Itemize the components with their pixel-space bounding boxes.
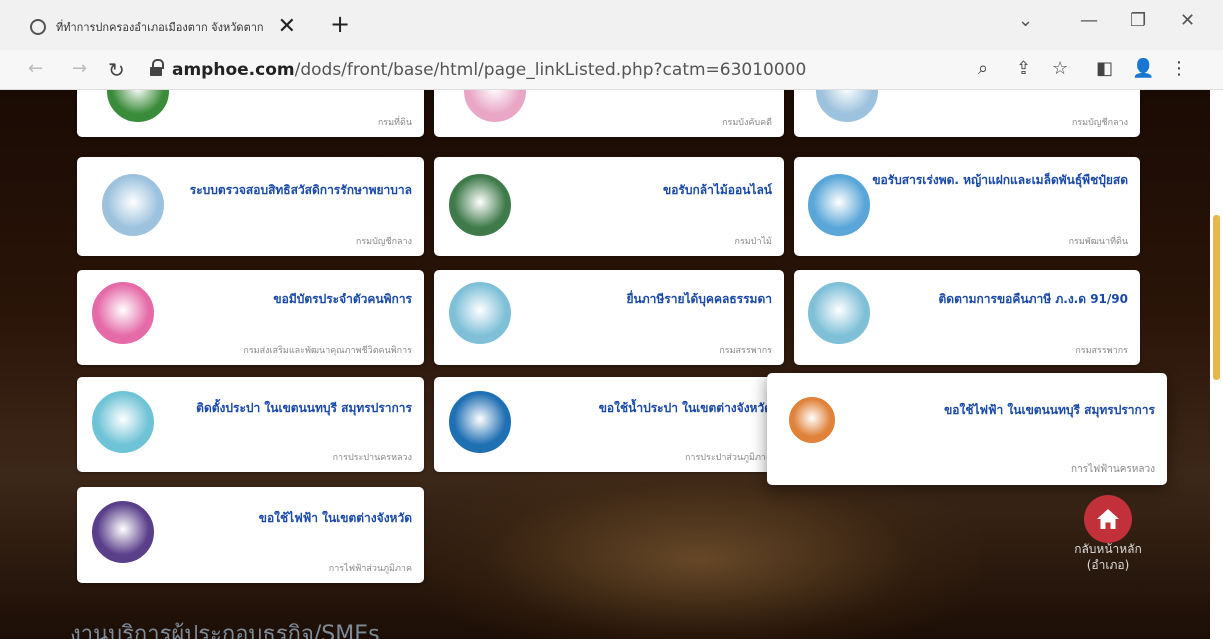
service-department: กรมพัฒนาที่ดิน: [1068, 237, 1128, 247]
home-button[interactable]: [1084, 495, 1132, 543]
forward-button[interactable]: →: [72, 60, 87, 78]
close-window-button[interactable]: ✕: [1180, 12, 1195, 30]
tab-close-button[interactable]: ✕: [278, 16, 296, 38]
service-card[interactable]: ติดตั้งประปา ในเขตนนทบุรี สมุทรปราการ กา…: [77, 377, 424, 472]
department-logo-icon: [449, 282, 511, 344]
share-icon[interactable]: ⇪: [1016, 60, 1031, 78]
department-logo-icon: [789, 397, 835, 443]
bookmark-star-icon[interactable]: ☆: [1052, 60, 1068, 78]
department-logo-icon: [102, 174, 164, 236]
service-card[interactable]: กรมบัญชีกลาง: [794, 90, 1140, 137]
service-name: ขอรับสารเร่งพด. หญ้าแฝกและเมล็ดพันธุ์พืช…: [872, 173, 1128, 187]
service-card-hovered[interactable]: ขอใช้ไฟฟ้า ในเขตนนทบุรี สมุทรปราการ การไ…: [767, 373, 1167, 485]
home-label-line1: กลับหน้าหลัก: [1074, 542, 1142, 556]
department-logo-icon: [107, 90, 169, 122]
scrollbar-thumb[interactable]: [1213, 215, 1220, 380]
minimize-button[interactable]: —: [1080, 12, 1098, 30]
service-name: ขอใช้ไฟฟ้า ในเขตต่างจังหวัด: [258, 511, 412, 525]
service-card[interactable]: ยื่นภาษีรายได้บุคคลธรรมดา กรมสรรพากร: [434, 270, 784, 365]
service-department: กรมสรรพากร: [1075, 346, 1128, 356]
service-department: กรมบัญชีกลาง: [355, 237, 412, 247]
service-department: กรมบังคับคดี: [722, 118, 772, 128]
service-card[interactable]: ติดตามการขอคืนภาษี ภ.ง.ด 91/90 กรมสรรพาก…: [794, 270, 1140, 365]
service-card[interactable]: ขอรับสารเร่งพด. หญ้าแฝกและเมล็ดพันธุ์พืช…: [794, 157, 1140, 256]
reload-button[interactable]: ↻: [108, 60, 125, 80]
service-name: ยื่นภาษีรายได้บุคคลธรรมดา: [626, 292, 772, 306]
lock-icon: [150, 59, 164, 77]
service-card[interactable]: ขอใช้น้ำประปา ในเขตต่างจังหวัด การประปาส…: [434, 377, 784, 472]
section-heading: งานบริการผู้ประกอบธุรกิจ/SMEs: [70, 622, 380, 639]
service-name: ขอใช้ไฟฟ้า ในเขตนนทบุรี สมุทรปราการ: [944, 403, 1155, 417]
globe-icon: [30, 19, 46, 35]
service-name: ติดตั้งประปา ในเขตนนทบุรี สมุทรปราการ: [196, 401, 412, 415]
home-label[interactable]: กลับหน้าหลัก (อำเภอ): [1048, 542, 1168, 573]
service-name: ติดตามการขอคืนภาษี ภ.ง.ด 91/90: [938, 292, 1129, 306]
new-tab-button[interactable]: +: [330, 12, 350, 36]
service-name: ขอมีบัตรประจำตัวคนพิการ: [273, 292, 412, 306]
page-scrollbar[interactable]: [1210, 90, 1223, 639]
service-card[interactable]: ขอรับกล้าไม้ออนไลน์ กรมป่าไม้: [434, 157, 784, 256]
service-department: การไฟฟ้านครหลวง: [1071, 464, 1155, 475]
service-department: การประปานครหลวง: [332, 453, 412, 463]
service-name: ขอใช้น้ำประปา ในเขตต่างจังหวัด: [598, 401, 772, 415]
service-card[interactable]: กรมที่ดิน: [77, 90, 424, 137]
browser-tab-bar: ที่ทำการปกครองอำเภอเมืองตาก จังหวัดตาก ✕…: [0, 0, 1223, 50]
home-icon: [1097, 509, 1119, 529]
service-department: กรมป่าไม้: [734, 237, 772, 247]
department-logo-icon: [816, 90, 878, 122]
back-button[interactable]: ←: [28, 60, 43, 78]
zoom-icon[interactable]: ⌕: [978, 60, 988, 78]
department-logo-icon: [449, 174, 511, 236]
service-department: กรมส่งเสริมและพัฒนาคุณภาพชีวิตคนพิการ: [243, 346, 412, 356]
service-department: การประปาส่วนภูมิภาค: [684, 453, 772, 463]
service-department: การไฟฟ้าส่วนภูมิภาค: [328, 564, 412, 574]
service-department: กรมสรรพากร: [719, 346, 772, 356]
service-name: ขอรับกล้าไม้ออนไลน์: [663, 183, 772, 197]
department-logo-icon: [92, 391, 154, 453]
url-path: /dods/front/base/html/page_linkListed.ph…: [294, 60, 807, 80]
home-label-line2: (อำเภอ): [1086, 557, 1130, 572]
menu-icon[interactable]: ⋮: [1170, 60, 1188, 78]
side-panel-icon[interactable]: ◧: [1096, 60, 1113, 78]
service-name: ระบบตรวจสอบสิทธิสวัสดิการรักษาพยาบาล: [189, 183, 412, 197]
service-department: กรมที่ดิน: [377, 118, 412, 128]
service-card[interactable]: ระบบตรวจสอบสิทธิสวัสดิการรักษาพยาบาล กรม…: [77, 157, 424, 256]
department-logo-icon: [449, 391, 511, 453]
url-domain: amphoe.com: [172, 60, 295, 80]
department-logo-icon: [92, 501, 154, 563]
department-logo-icon: [92, 282, 154, 344]
profile-icon[interactable]: 👤: [1132, 60, 1154, 78]
page-content: กรมที่ดิน กรมบังคับคดี กรมบัญชีกลาง ระบบ…: [0, 90, 1210, 639]
address-toolbar: ← → ↻ amphoe.com/dods/front/base/html/pa…: [0, 50, 1223, 90]
restore-button[interactable]: ❐: [1130, 12, 1146, 30]
service-card[interactable]: ขอใช้ไฟฟ้า ในเขตต่างจังหวัด การไฟฟ้าส่วน…: [77, 487, 424, 583]
department-logo-icon: [808, 174, 870, 236]
service-card[interactable]: กรมบังคับคดี: [434, 90, 784, 137]
browser-tab[interactable]: ที่ทำการปกครองอำเภอเมืองตาก จังหวัดตาก ✕: [18, 10, 308, 44]
department-logo-icon: [464, 90, 526, 122]
tab-search-chevron-icon[interactable]: ⌄: [1018, 12, 1033, 30]
department-logo-icon: [808, 282, 870, 344]
address-bar[interactable]: amphoe.com/dods/front/base/html/page_lin…: [172, 60, 806, 80]
service-card[interactable]: ขอมีบัตรประจำตัวคนพิการ กรมส่งเสริมและพั…: [77, 270, 424, 365]
tab-title: ที่ทำการปกครองอำเภอเมืองตาก จังหวัดตาก: [56, 21, 264, 34]
service-department: กรมบัญชีกลาง: [1071, 118, 1128, 128]
